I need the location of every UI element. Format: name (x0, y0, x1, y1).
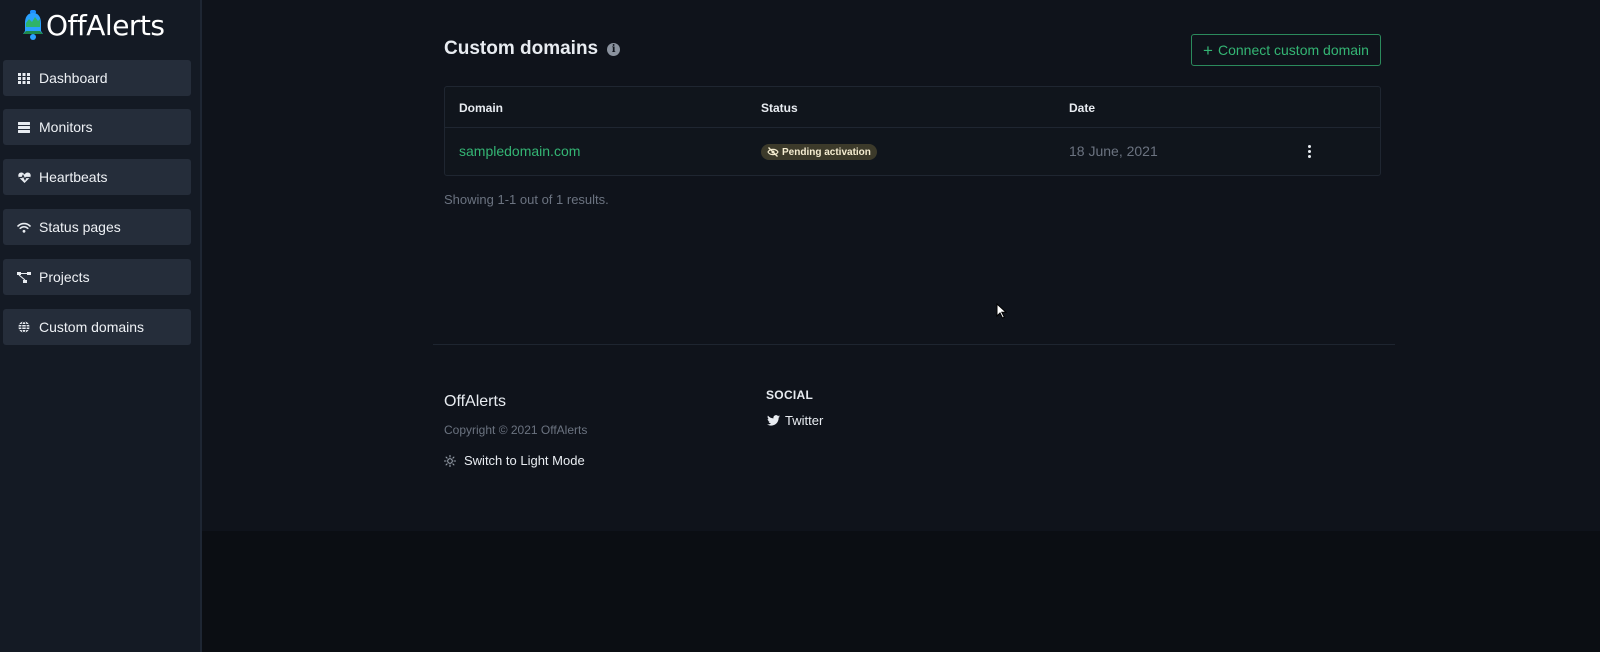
connect-button-label: Connect custom domain (1217, 42, 1369, 58)
table-header: Domain Status Date (445, 87, 1380, 128)
sidebar-item-label: Custom domains (39, 319, 145, 335)
row-actions-kebab-icon[interactable] (1303, 142, 1315, 160)
grid-icon (17, 71, 31, 85)
heartbeat-icon (17, 170, 31, 184)
connect-custom-domain-button[interactable]: + Connect custom domain (1191, 34, 1381, 66)
sidebar-item-label: Dashboard (39, 70, 108, 86)
footer-copyright: Copyright © 2021 OffAlerts (444, 423, 588, 437)
sidebar-item-custom-domains[interactable]: Custom domains (3, 309, 191, 345)
table-row: sampledomain.com Pending activation 18 J… (445, 128, 1380, 175)
server-icon (17, 120, 31, 134)
project-diagram-icon (17, 270, 31, 284)
sidebar-item-label: Projects (39, 269, 90, 285)
domains-table: Domain Status Date sampledomain.com Pend… (444, 86, 1381, 176)
column-header-date: Date (1069, 101, 1096, 115)
eye-slash-icon (767, 147, 779, 157)
mouse-cursor-icon (996, 303, 1007, 319)
sidebar-item-status-pages[interactable]: Status pages (3, 209, 191, 245)
sidebar-item-label: Monitors (39, 119, 93, 135)
column-header-domain: Domain (459, 101, 504, 115)
sidebar-item-label: Heartbeats (39, 169, 108, 185)
status-badge: Pending activation (761, 144, 877, 160)
sidebar-item-heartbeats[interactable]: Heartbeats (3, 159, 191, 195)
switch-light-mode-button[interactable]: Switch to Light Mode (444, 453, 585, 468)
logo-text: OffAlerts (46, 8, 165, 42)
sun-icon (444, 454, 456, 467)
date-cell: 18 June, 2021 (1069, 143, 1158, 159)
page-title: Custom domains i (444, 38, 621, 60)
footer-twitter-link[interactable]: Twitter (767, 413, 823, 428)
page-bottom-area (202, 531, 1600, 652)
footer-social-heading: SOCIAL (766, 388, 814, 402)
footer-brand: OffAlerts (444, 393, 506, 410)
sidebar: OffAlerts Dashboard Monitors Heartbeats … (0, 0, 202, 652)
column-header-status: Status (761, 101, 798, 115)
page-title-text: Custom domains (444, 38, 599, 59)
twitter-label: Twitter (785, 413, 824, 428)
status-badge-label: Pending activation (782, 146, 871, 158)
domain-link[interactable]: sampledomain.com (459, 143, 580, 159)
app-logo[interactable]: OffAlerts (20, 8, 165, 42)
sidebar-item-label: Status pages (39, 219, 121, 235)
plus-icon: + (1203, 40, 1213, 60)
bell-logo-icon (23, 10, 43, 40)
footer-divider (433, 344, 1395, 345)
sidebar-item-projects[interactable]: Projects (3, 259, 191, 295)
sidebar-item-monitors[interactable]: Monitors (3, 109, 191, 145)
globe-icon (17, 320, 31, 334)
switch-mode-label: Switch to Light Mode (464, 453, 585, 468)
twitter-icon (767, 415, 780, 426)
info-icon[interactable]: i (607, 42, 621, 56)
results-summary: Showing 1-1 out of 1 results. (444, 192, 609, 207)
wifi-icon (17, 220, 31, 234)
sidebar-item-dashboard[interactable]: Dashboard (3, 60, 191, 96)
